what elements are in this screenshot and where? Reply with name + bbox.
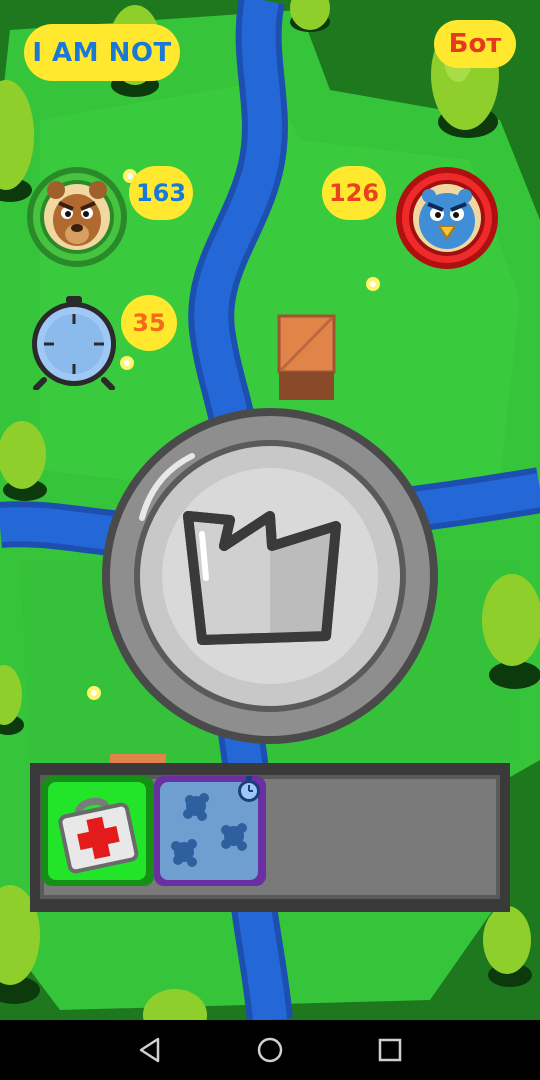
square-recents-icon bbox=[378, 1038, 402, 1062]
bot-score-badge: 126 bbox=[322, 166, 386, 220]
bird-icon bbox=[396, 167, 498, 269]
stopwatch-icon bbox=[238, 776, 260, 802]
bear-icon bbox=[27, 167, 127, 267]
timer-value: 35 bbox=[132, 309, 166, 337]
bot-name-badge: Бот bbox=[434, 20, 516, 68]
player-name: I AM NOT bbox=[32, 37, 172, 68]
triangle-back-icon bbox=[139, 1037, 160, 1063]
bot-score: 126 bbox=[328, 179, 380, 207]
inventory-slot-freeze[interactable] bbox=[154, 776, 266, 886]
crown-capture-button[interactable] bbox=[102, 408, 438, 744]
bot-avatar bbox=[395, 166, 499, 270]
alarm-clock-icon bbox=[32, 296, 116, 391]
player-score-badge: 163 bbox=[129, 166, 193, 220]
inventory-slot-medkit[interactable] bbox=[42, 776, 154, 886]
crown-icon bbox=[102, 408, 438, 744]
timer-badge: 35 bbox=[121, 295, 177, 351]
home-button[interactable] bbox=[252, 1032, 288, 1068]
bot-name: Бот bbox=[448, 29, 502, 59]
timer-clock bbox=[28, 294, 120, 391]
circle-home-icon bbox=[257, 1037, 283, 1063]
recents-button[interactable] bbox=[372, 1032, 408, 1068]
crate bbox=[277, 314, 336, 400]
back-button[interactable] bbox=[132, 1032, 168, 1068]
first-aid-kit-icon bbox=[58, 797, 139, 874]
game-map[interactable]: I AM NOT Бот 163 126 35 bbox=[0, 0, 540, 1020]
player-score: 163 bbox=[135, 179, 187, 207]
player-name-badge: I AM NOT bbox=[24, 24, 180, 81]
system-navigation-bar bbox=[0, 1020, 540, 1080]
player-avatar bbox=[26, 166, 128, 268]
inventory-panel bbox=[30, 763, 510, 912]
